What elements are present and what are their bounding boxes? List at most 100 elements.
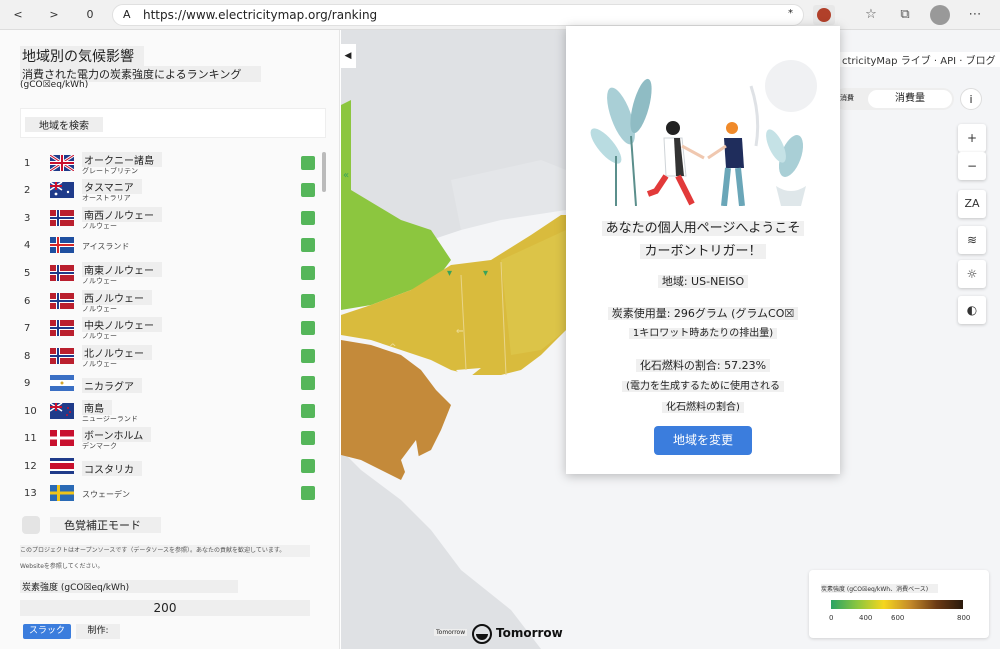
toggle-option-consumption[interactable]: 消費 <box>840 93 854 103</box>
welcome-heading-2: カーボントリガー！ <box>566 240 840 259</box>
flag-se-icon <box>50 485 74 501</box>
region-text: 地域: US-NEISO <box>566 273 840 289</box>
back-button[interactable]: < <box>8 6 28 24</box>
carbon-intensity-swatch <box>301 404 315 418</box>
zone-country: スウェーデン <box>82 490 130 499</box>
rank-number: 7 <box>24 323 31 334</box>
welcome-illustration <box>590 60 817 206</box>
wind-icon[interactable]: ≋ <box>958 226 986 254</box>
website-info: Websiteを参照してください。 <box>20 563 104 570</box>
flag-no-icon <box>50 265 74 281</box>
ranking-scrollbar[interactable] <box>322 152 326 192</box>
favorites-icon[interactable]: ☆ <box>862 6 880 24</box>
fossil-fuel-text: 化石燃料の割合: 57.23% <box>566 357 840 373</box>
zone-name: 中央ノルウェー <box>82 317 162 332</box>
flag-no-icon <box>50 293 74 309</box>
info-button[interactable]: i <box>960 88 982 110</box>
carbon-intensity-swatch <box>301 321 315 335</box>
left-panel: 地域別の気候影響 消費された電力の炭素強度によるランキング (gCO☒eq/kW… <box>0 30 340 649</box>
collapse-panel-button[interactable]: ◀ <box>340 44 356 68</box>
zone-country: ノルウェー <box>82 305 117 313</box>
zoom-in-button[interactable]: + <box>958 124 986 152</box>
carbon-usage-text: 炭素使用量: 296グラム (グラムCO☒ <box>566 305 840 321</box>
toggle-option-consumption-selected[interactable]: 消費量 <box>868 90 952 108</box>
rank-number: 4 <box>24 240 31 251</box>
nav-links[interactable]: ctricityMap ライブ · API · ブログ <box>838 52 1000 67</box>
unit-label: (gCO☒eq/kWh) <box>20 80 89 90</box>
svg-text:▾: ▾ <box>447 268 452 279</box>
carbon-intensity-swatch <box>301 486 315 500</box>
search-input[interactable]: 地域を検索 <box>20 108 326 138</box>
zone-country: オーストラリア <box>82 194 131 202</box>
zoom-out-button[interactable]: − <box>958 152 986 180</box>
fossil-fuel-desc-2: 化石燃料の割合) <box>566 398 840 413</box>
flag-no-icon <box>50 210 74 226</box>
ranking-row[interactable]: 10 南島 ニュージーランド <box>20 398 320 425</box>
tomorrow-logo-icon <box>472 624 492 644</box>
change-region-button[interactable]: 地域を変更 <box>654 426 752 455</box>
flag-nz-icon <box>50 403 74 419</box>
page-title: 地域別の気候影響 <box>20 46 144 66</box>
rank-number: 2 <box>24 185 31 196</box>
rank-number: 13 <box>24 488 37 499</box>
colorblind-toggle[interactable] <box>22 516 40 534</box>
zone-name: ニカラグア <box>82 378 142 393</box>
made-by-link[interactable]: 制作: <box>76 624 120 639</box>
zone-country: ノルウェー <box>82 360 117 368</box>
ranking-row[interactable]: 2 タスマニア オーストラリア <box>20 177 320 204</box>
forward-button[interactable]: > <box>44 6 64 24</box>
ranking-row[interactable]: 1 オークニー諸島 グレートブリテン <box>20 150 320 177</box>
url-text[interactable]: https://www.electricitymap.org/ranking <box>143 8 377 22</box>
refresh-button[interactable]: 0 <box>80 6 100 24</box>
ranking-row[interactable]: 4 アイスランド <box>20 232 320 259</box>
favorite-icon[interactable]: * <box>788 8 793 19</box>
flag-au-icon <box>50 182 74 198</box>
legend-tick: 600 <box>891 614 905 622</box>
browser-toolbar: < > 0 A https://www.electricitymap.org/r… <box>0 0 1000 30</box>
search-placeholder: 地域を検索 <box>25 117 103 132</box>
ranking-row[interactable]: 9 ニカラグア <box>20 370 320 397</box>
zone-country: アイスランド <box>82 242 130 251</box>
slack-button[interactable]: スラック <box>23 624 71 639</box>
zone-name: 南西ノルウェー <box>82 207 162 222</box>
svg-text:^: ^ <box>389 343 397 353</box>
ranking-row[interactable]: 6 西ノルウェー ノルウェー <box>20 288 320 315</box>
carbon-intensity-swatch <box>301 431 315 445</box>
more-menu-icon[interactable]: ⋯ <box>966 6 984 24</box>
colorblind-label: 色覚補正モード <box>50 517 161 533</box>
sun-icon[interactable]: ☼ <box>958 260 986 288</box>
address-bar[interactable]: A https://www.electricitymap.org/ranking… <box>112 4 804 26</box>
language-button[interactable]: ZA <box>958 190 986 218</box>
ranking-row[interactable]: 12 コスタリカ <box>20 453 320 480</box>
ranking-row[interactable]: 8 北ノルウェー ノルウェー <box>20 343 320 370</box>
extension-icon[interactable] <box>813 5 835 25</box>
profile-avatar[interactable] <box>930 5 950 25</box>
reader-icon[interactable]: A <box>123 8 131 21</box>
svg-text:«: « <box>343 170 349 181</box>
contrast-icon[interactable]: ◐ <box>958 296 986 324</box>
zone-name: オークニー諸島 <box>82 152 162 167</box>
ranking-row[interactable]: 7 中央ノルウェー ノルウェー <box>20 315 320 342</box>
zone-name: コスタリカ <box>82 461 142 476</box>
carbon-intensity-swatch <box>301 459 315 473</box>
legend-tick: 0 <box>829 614 834 622</box>
brand-small-text: Tomorrow <box>434 629 468 636</box>
consumption-production-toggle[interactable]: 消費 消費量 <box>834 88 954 110</box>
ranking-row[interactable]: 13 スウェーデン <box>20 480 320 505</box>
rank-number: 11 <box>24 433 37 444</box>
collections-icon[interactable]: ⧉ <box>896 6 914 24</box>
open-source-info: このプロジェクトはオープンソースです（データソースを参照）。あなたの貢献を歓迎し… <box>20 545 310 557</box>
flag-no-icon <box>50 348 74 364</box>
intensity-slider[interactable]: 200 <box>20 600 310 616</box>
zone-name: 北ノルウェー <box>82 345 152 360</box>
legend-tick: 800 <box>957 614 971 622</box>
rank-number: 12 <box>24 461 37 472</box>
carbon-intensity-swatch <box>301 376 315 390</box>
ranking-list: 1 オークニー諸島 グレートブリテン 2 タスマニア オーストラリア 3 南西ノルウェー ノルウ… <box>20 150 326 505</box>
svg-text:⇐: ⇐ <box>456 327 464 337</box>
ranking-row[interactable]: 3 南西ノルウェー ノルウェー <box>20 205 320 232</box>
flag-dk-icon <box>50 430 74 446</box>
zone-country: ノルウェー <box>82 222 117 230</box>
ranking-row[interactable]: 5 南東ノルウェー ノルウェー <box>20 260 320 287</box>
ranking-row[interactable]: 11 ボーンホルム デンマーク <box>20 425 320 452</box>
